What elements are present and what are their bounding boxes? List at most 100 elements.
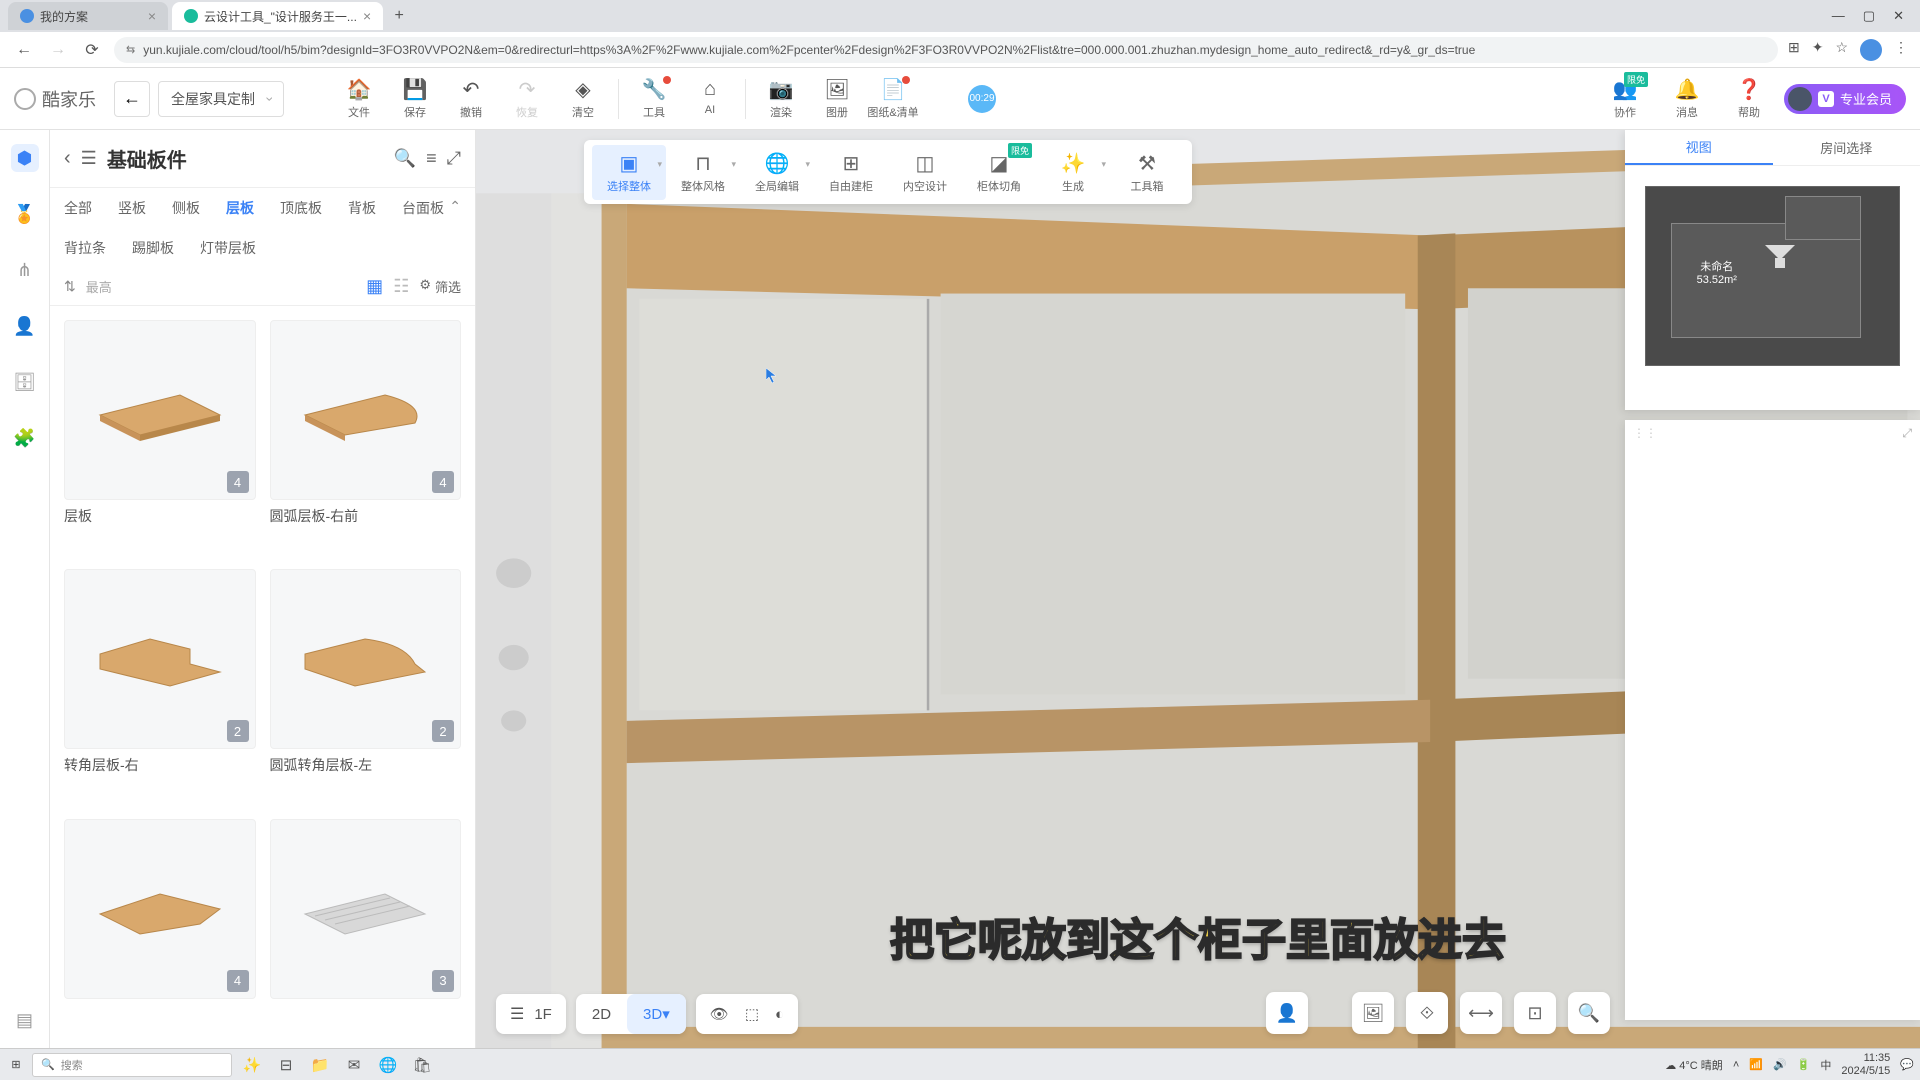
design-canvas[interactable]: ▣选择整体▾ ⊓整体风格▾ 🌐全局编辑▾ ⊞自由建柜 ◫内空设计 限免◪柜体切角… bbox=[476, 130, 1920, 1048]
floor-selector[interactable]: ☰1F bbox=[496, 994, 566, 1034]
collab-button[interactable]: 限免👥协作 bbox=[1598, 74, 1652, 124]
ai-menu[interactable]: ⌂AI bbox=[683, 74, 737, 124]
contrast-icon[interactable]: ◐ bbox=[775, 1006, 784, 1023]
url-input[interactable]: ⇆ yun.kujiale.com/cloud/tool/h5/bim?desi… bbox=[114, 37, 1778, 63]
messages-button[interactable]: 🔔消息 bbox=[1660, 74, 1714, 124]
focus-button[interactable]: ⊡ bbox=[1514, 992, 1556, 1034]
site-info-icon[interactable]: ⇆ bbox=[126, 43, 135, 56]
cat-led[interactable]: 灯带层板 bbox=[200, 238, 256, 258]
tray-network-icon[interactable]: 📶 bbox=[1749, 1058, 1763, 1071]
back-icon[interactable]: ‹ bbox=[64, 147, 71, 170]
item-grid[interactable]: 4 层板 4 圆弧层板-右前 2 转角层板-右 bbox=[50, 306, 475, 1048]
reload-button[interactable]: ⟳ bbox=[80, 38, 104, 62]
close-icon[interactable]: × bbox=[148, 8, 156, 24]
search-icon[interactable]: 🔍 bbox=[394, 148, 416, 169]
tray-chevron-icon[interactable]: ˄ bbox=[1733, 1059, 1739, 1071]
undo-button[interactable]: ↶撤销 bbox=[444, 74, 498, 124]
nav-forward-button[interactable]: → bbox=[46, 38, 70, 62]
tray-battery-icon[interactable]: 🔋 bbox=[1797, 1058, 1811, 1071]
list-view-icon[interactable]: ☷ bbox=[393, 276, 409, 297]
drawings-button[interactable]: 📄图纸&清单 bbox=[866, 74, 920, 124]
rail-plugin[interactable]: 🧩 bbox=[11, 424, 39, 452]
app-logo[interactable]: 酷家乐 bbox=[14, 86, 96, 112]
grid-item[interactable]: 2 圆弧转角层板-左 bbox=[270, 569, 462, 804]
minimize-button[interactable]: — bbox=[1832, 8, 1845, 24]
collapse-icon[interactable]: ⤢ bbox=[447, 148, 461, 169]
2d-button[interactable]: 2D bbox=[576, 1006, 627, 1023]
notifications-icon[interactable]: 💬 bbox=[1900, 1058, 1914, 1071]
rail-settings[interactable]: ▤ bbox=[11, 1006, 39, 1034]
rail-storage[interactable]: 🗄 bbox=[11, 368, 39, 396]
close-button[interactable]: ✕ bbox=[1893, 8, 1904, 24]
measure-button[interactable]: ⟐ bbox=[1406, 992, 1448, 1034]
sort-icon[interactable]: ≡ bbox=[426, 148, 437, 169]
save-button[interactable]: 💾保存 bbox=[388, 74, 442, 124]
extensions-icon[interactable]: ✦ bbox=[1812, 39, 1824, 61]
free-cabinet-tool[interactable]: ⊞自由建柜 bbox=[814, 145, 888, 200]
cat-strip[interactable]: 背拉条 bbox=[64, 238, 106, 258]
cat-kick[interactable]: 踢脚板 bbox=[132, 238, 174, 258]
3d-button[interactable]: 3D ▾ bbox=[627, 994, 686, 1034]
mode-dropdown[interactable]: 全屋家具定制 bbox=[158, 81, 284, 117]
profile-icon[interactable] bbox=[1860, 39, 1882, 61]
cat-back[interactable]: 背板 bbox=[348, 198, 376, 218]
drag-handle-icon[interactable]: ⋮⋮ bbox=[1633, 426, 1657, 440]
install-icon[interactable]: ⊞ bbox=[1788, 39, 1800, 61]
grid-item[interactable]: 2 转角层板-右 bbox=[64, 569, 256, 804]
file-menu[interactable]: 🏠文件 bbox=[332, 74, 386, 124]
cat-side[interactable]: 侧板 bbox=[172, 198, 200, 218]
grid-item[interactable]: 4 层板 bbox=[64, 320, 256, 555]
view-tab[interactable]: 视图 bbox=[1625, 130, 1773, 165]
cube-icon[interactable]: ⬚ bbox=[745, 1005, 759, 1023]
tool-menu[interactable]: 🔧工具 bbox=[627, 74, 681, 124]
cat-all[interactable]: 全部 bbox=[64, 198, 92, 218]
room-select-tab[interactable]: 房间选择 bbox=[1773, 130, 1920, 165]
cat-shelf[interactable]: 层板 bbox=[226, 198, 254, 218]
toolbox-tool[interactable]: ⚒工具箱 bbox=[1110, 145, 1184, 200]
help-button[interactable]: ❓帮助 bbox=[1722, 74, 1776, 124]
app-chrome-icon[interactable]: 🌐 bbox=[374, 1051, 402, 1079]
grid-view-icon[interactable]: ▦ bbox=[366, 276, 383, 297]
gallery-button[interactable]: 🖼图册 bbox=[810, 74, 864, 124]
grid-item[interactable]: 4 圆弧层板-右前 bbox=[270, 320, 462, 555]
browser-tab-2[interactable]: 云设计工具_"设计服务王一... × bbox=[172, 2, 383, 30]
sort-label[interactable]: 最高 bbox=[86, 277, 356, 296]
global-edit-tool[interactable]: 🌐全局编辑▾ bbox=[740, 145, 814, 200]
2d-3d-toggle[interactable]: 2D 3D ▾ bbox=[576, 994, 686, 1034]
space-design-tool[interactable]: ◫内空设计 bbox=[888, 145, 962, 200]
cat-counter[interactable]: 台面板 bbox=[402, 198, 444, 218]
bookmark-icon[interactable]: ☆ bbox=[1835, 39, 1848, 61]
eye-icon[interactable]: 👁 bbox=[710, 1005, 729, 1023]
copilot-icon[interactable]: ✨ bbox=[238, 1051, 266, 1079]
rail-badge[interactable]: 🏅 bbox=[11, 200, 39, 228]
chevron-up-icon[interactable]: ⌃ bbox=[449, 198, 461, 215]
menu-icon[interactable]: ⋮ bbox=[1894, 39, 1908, 61]
weather-widget[interactable]: ☁ 4°C 晴朗 bbox=[1665, 1057, 1723, 1073]
timer-bubble[interactable]: 00:29 bbox=[968, 85, 996, 113]
back-button[interactable]: ← bbox=[114, 81, 150, 117]
close-icon[interactable]: × bbox=[363, 8, 371, 24]
render-button[interactable]: 📷渲染 bbox=[754, 74, 808, 124]
cat-vertical[interactable]: 竖板 bbox=[118, 198, 146, 218]
list-icon[interactable]: ☰ bbox=[81, 148, 97, 169]
maximize-button[interactable]: ▢ bbox=[1863, 8, 1875, 24]
select-whole-tool[interactable]: ▣选择整体▾ bbox=[592, 145, 666, 200]
filter-button[interactable]: ⚙筛选 bbox=[419, 277, 461, 296]
nav-back-button[interactable]: ← bbox=[12, 38, 36, 62]
corner-cut-tool[interactable]: 限免◪柜体切角 bbox=[962, 145, 1036, 200]
style-tool[interactable]: ⊓整体风格▾ bbox=[666, 145, 740, 200]
zoom-button[interactable]: 🔍 bbox=[1568, 992, 1610, 1034]
snapshot-button[interactable]: 🖼 bbox=[1352, 992, 1394, 1034]
cat-topbottom[interactable]: 顶底板 bbox=[280, 198, 322, 218]
tray-volume-icon[interactable]: 🔊 bbox=[1773, 1058, 1787, 1071]
app-folder-icon[interactable]: 📁 bbox=[306, 1051, 334, 1079]
start-button[interactable]: ⊞ bbox=[6, 1055, 26, 1075]
expand-icon[interactable]: ⤢ bbox=[1902, 426, 1912, 441]
sort-toggle-icon[interactable]: ⇅ bbox=[64, 278, 76, 295]
minimap-canvas[interactable]: 未命名 53.52m² bbox=[1645, 186, 1900, 366]
tray-clock[interactable]: 11:35 2024/5/15 bbox=[1841, 1052, 1890, 1076]
grid-item[interactable]: 3 bbox=[270, 819, 462, 1034]
new-tab-button[interactable]: + bbox=[387, 4, 411, 28]
tray-ime-icon[interactable]: 中 bbox=[1820, 1057, 1831, 1073]
person-view-button[interactable]: 👤 bbox=[1266, 992, 1308, 1034]
